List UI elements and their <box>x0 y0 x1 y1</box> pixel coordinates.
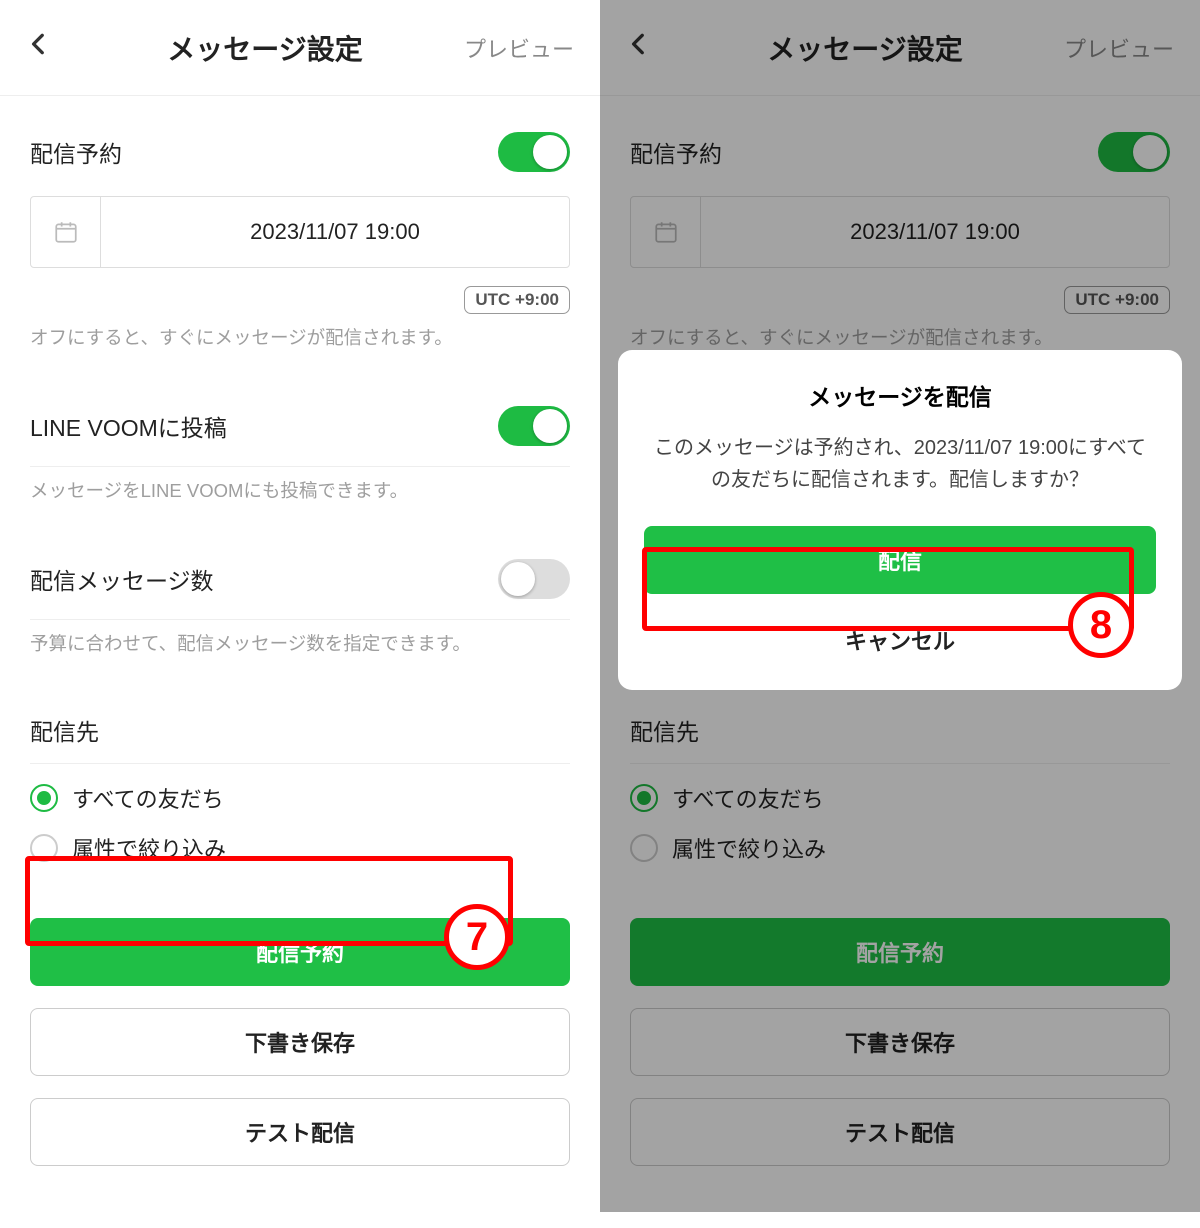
pane-right: メッセージ設定 プレビュー 配信予約 2023/11/07 19:00 UTC … <box>600 0 1200 1212</box>
radio-icon <box>30 834 58 862</box>
row-count: 配信メッセージ数 <box>30 535 570 620</box>
radio-all-friends[interactable]: すべての友だち <box>30 782 570 814</box>
radio-attr-label: 属性で絞り込み <box>72 832 226 864</box>
tz-pill[interactable]: UTC +9:00 <box>464 286 570 314</box>
count-hint: 予算に合わせて、配信メッセージ数を指定できます。 <box>30 630 570 658</box>
count-label: 配信メッセージ数 <box>30 562 214 596</box>
radio-attribute[interactable]: 属性で絞り込み <box>30 832 570 864</box>
schedule-hint: オフにすると、すぐにメッセージが配信されます。 <box>30 324 570 352</box>
voom-toggle[interactable] <box>498 406 570 446</box>
voom-label: LINE VOOMに投稿 <box>30 409 227 443</box>
tz-row: UTC +9:00 <box>30 286 570 314</box>
modal-body: このメッセージは予約され、2023/11/07 19:00にすべての友だちに配信… <box>644 432 1156 496</box>
preview-link[interactable]: プレビュー <box>464 32 574 64</box>
header: メッセージ設定 プレビュー <box>0 0 600 96</box>
callout-badge-7: 7 <box>444 904 510 970</box>
calendar-icon <box>31 197 101 267</box>
pane-left: メッセージ設定 プレビュー 配信予約 2023/11/07 19:00 UTC … <box>0 0 600 1212</box>
draft-button[interactable]: 下書き保存 <box>30 1008 570 1076</box>
target-label: 配信先 <box>30 687 570 764</box>
content: 配信予約 2023/11/07 19:00 UTC +9:00 オフにすると、す… <box>0 96 600 1228</box>
radio-icon <box>30 784 58 812</box>
radio-all-label: すべての友だち <box>72 782 224 814</box>
callout-badge-8: 8 <box>1068 592 1134 658</box>
back-chevron-icon[interactable] <box>26 31 66 64</box>
test-button[interactable]: テスト配信 <box>30 1098 570 1166</box>
voom-hint: メッセージをLINE VOOMにも投稿できます。 <box>30 477 570 505</box>
page-title: メッセージ設定 <box>167 28 362 68</box>
schedule-label: 配信予約 <box>30 135 122 169</box>
schedule-toggle[interactable] <box>498 132 570 172</box>
datetime-value: 2023/11/07 19:00 <box>101 197 569 267</box>
modal-confirm-button[interactable]: 配信 <box>644 526 1156 594</box>
modal-title: メッセージを配信 <box>644 378 1156 412</box>
count-toggle[interactable] <box>498 559 570 599</box>
row-schedule: 配信予約 <box>30 108 570 192</box>
row-voom: LINE VOOMに投稿 <box>30 382 570 467</box>
datetime-input[interactable]: 2023/11/07 19:00 <box>30 196 570 268</box>
